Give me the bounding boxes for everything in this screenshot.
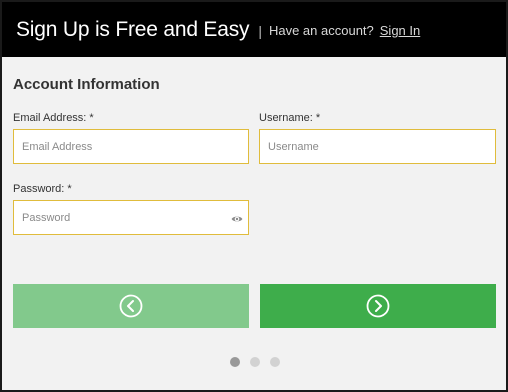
email-label: Email Address: * [13, 112, 94, 124]
username-label: Username: * [259, 112, 321, 124]
step-indicator [230, 357, 280, 367]
have-account-text: Have an account? [268, 23, 374, 38]
password-field[interactable] [13, 200, 249, 235]
sign-in-link[interactable]: Sign In [380, 23, 420, 38]
next-button[interactable] [260, 284, 496, 328]
chevron-right-circle-icon [366, 294, 390, 318]
username-field[interactable] [259, 129, 496, 164]
email-field[interactable] [13, 129, 249, 164]
header-separator: | [258, 22, 262, 39]
chevron-left-circle-icon [119, 294, 143, 318]
password-label: Password: * [13, 183, 72, 195]
header-title: Sign Up is Free and Easy [16, 17, 250, 41]
header-bar: Sign Up is Free and Easy | Have an accou… [2, 2, 506, 57]
eye-icon[interactable] [231, 212, 243, 224]
step-dot-2[interactable] [250, 357, 260, 367]
back-button[interactable] [13, 284, 249, 328]
signup-panel: Sign Up is Free and Easy | Have an accou… [2, 2, 506, 390]
step-dot-3[interactable] [270, 357, 280, 367]
step-dot-1[interactable] [230, 357, 240, 367]
section-title: Account Information [13, 76, 160, 93]
